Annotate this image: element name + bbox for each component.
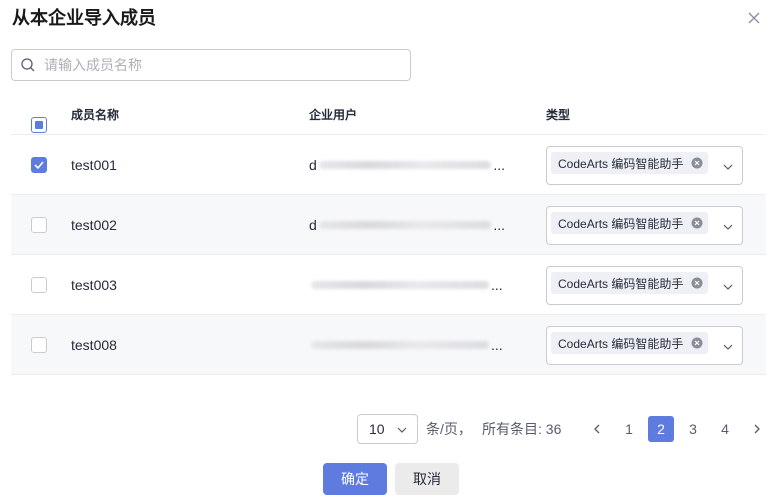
row-checkbox[interactable] (31, 337, 47, 353)
prev-page-icon[interactable] (591, 423, 603, 435)
user-suffix: ... (491, 277, 503, 293)
pagination: 10 条/页， 所有条目: 36 1 2 3 4 (357, 414, 767, 444)
row-checkbox[interactable] (31, 217, 47, 233)
chevron-down-icon (723, 284, 733, 290)
remove-tag-icon[interactable] (691, 277, 703, 289)
page-3[interactable]: 3 (680, 416, 706, 442)
type-tag: CodeArts 编码智能助手 (551, 272, 709, 294)
user-suffix: ... (491, 337, 503, 353)
remove-tag-icon[interactable] (691, 157, 703, 169)
type-select[interactable]: CodeArts 编码智能助手 (546, 326, 743, 365)
indeterminate-mark (35, 121, 43, 129)
page-size-select[interactable]: 10 (357, 414, 418, 444)
type-tag-label: CodeArts 编码智能助手 (558, 156, 684, 171)
chevron-down-icon (397, 427, 407, 433)
type-tag: CodeArts 编码智能助手 (551, 212, 709, 234)
user-prefix: d (309, 157, 317, 173)
page-size-value: 10 (369, 421, 385, 437)
table-row-partial (11, 375, 766, 385)
user-suffix: ... (493, 157, 505, 173)
user-suffix: ... (493, 217, 505, 233)
member-name: test001 (71, 157, 117, 173)
type-tag-label: CodeArts 编码智能助手 (558, 216, 684, 231)
member-name: test003 (71, 277, 117, 293)
search-input[interactable] (44, 57, 404, 73)
page-2[interactable]: 2 (648, 416, 674, 442)
enterprise-user: ... (309, 336, 505, 354)
enterprise-user: d ... (309, 216, 505, 234)
type-tag: CodeArts 编码智能助手 (551, 152, 709, 174)
enterprise-user: d ... (309, 156, 505, 174)
type-tag: CodeArts 编码智能助手 (551, 332, 709, 354)
type-select[interactable]: CodeArts 编码智能助手 (546, 146, 743, 185)
blurred-username (318, 221, 492, 229)
total-items-label: 所有条目: 36 (482, 421, 562, 437)
row-checkbox[interactable] (31, 277, 47, 293)
header-member-name: 成员名称 (71, 108, 120, 122)
table-row: test008 ... CodeArts 编码智能助手 (11, 315, 766, 375)
remove-tag-icon[interactable] (691, 337, 703, 349)
header-type: 类型 (546, 108, 571, 122)
table-row: test002 d ... CodeArts 编码智能助手 (11, 195, 766, 255)
search-box (11, 49, 411, 81)
blurred-username (311, 341, 489, 349)
member-name: test002 (71, 217, 117, 233)
table-header: 成员名称 企业用户 类型 (11, 95, 766, 135)
page-4[interactable]: 4 (712, 416, 738, 442)
cancel-button[interactable]: 取消 (395, 463, 459, 495)
type-select[interactable]: CodeArts 编码智能助手 (546, 206, 743, 245)
blurred-username (311, 281, 489, 289)
header-enterprise-user: 企业用户 (309, 108, 358, 122)
per-page-label: 条/页， (426, 421, 472, 437)
member-name: test008 (71, 337, 117, 353)
type-select[interactable]: CodeArts 编码智能助手 (546, 266, 743, 305)
chevron-down-icon (723, 344, 733, 350)
chevron-down-icon (723, 224, 733, 230)
close-icon[interactable] (745, 9, 763, 27)
table-row: test001 d ... CodeArts 编码智能助手 (11, 135, 766, 195)
member-table: 成员名称 企业用户 类型 test001 d ... CodeArts 编码智能… (11, 95, 766, 385)
dialog-title: 从本企业导入成员 (12, 8, 156, 28)
row-checkbox[interactable] (31, 157, 47, 173)
select-all-checkbox[interactable] (31, 117, 47, 133)
blurred-username (318, 161, 492, 169)
confirm-button[interactable]: 确定 (323, 463, 387, 495)
user-prefix: d (309, 217, 317, 233)
search-icon (20, 57, 36, 73)
page-1[interactable]: 1 (616, 416, 642, 442)
chevron-down-icon (723, 164, 733, 170)
enterprise-user: ... (309, 276, 505, 294)
type-tag-label: CodeArts 编码智能助手 (558, 336, 684, 351)
type-tag-label: CodeArts 编码智能助手 (558, 276, 684, 291)
remove-tag-icon[interactable] (691, 217, 703, 229)
next-page-icon[interactable] (751, 423, 763, 435)
table-row: test003 ... CodeArts 编码智能助手 (11, 255, 766, 315)
check-icon (34, 161, 44, 170)
